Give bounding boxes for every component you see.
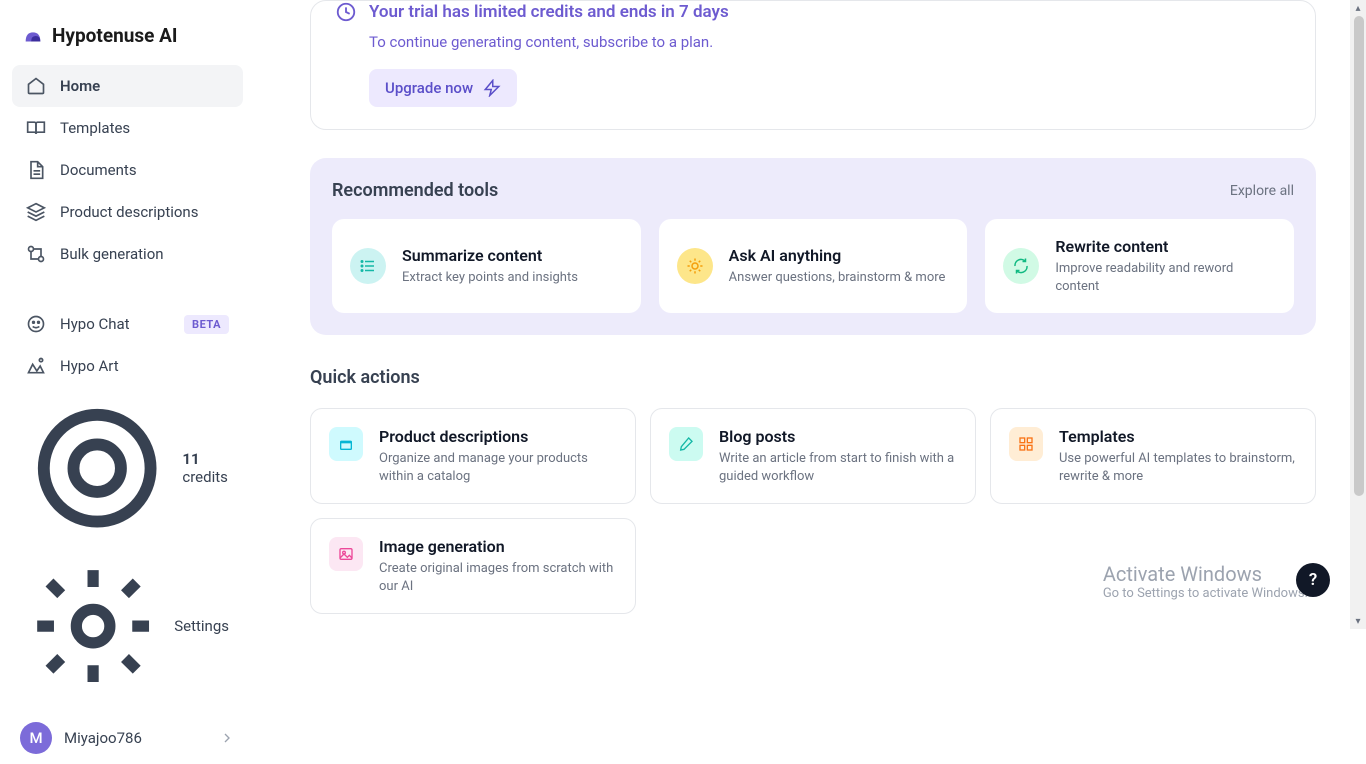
recommended-section: Recommended tools Explore all Summarize …: [310, 158, 1316, 335]
tool-card-summarize[interactable]: Summarize content Extract key points and…: [332, 219, 641, 313]
sidebar-item-label: Home: [60, 77, 100, 95]
tool-title: Ask AI anything: [729, 246, 946, 265]
settings-label: Settings: [174, 617, 229, 635]
credits-row[interactable]: 11 credits: [12, 387, 243, 549]
quick-card-desc: Create original images from scratch with…: [379, 560, 617, 595]
quick-actions-section: Quick actions Product descriptions Organ…: [310, 367, 1316, 614]
tool-desc: Answer questions, brainstorm & more: [729, 269, 946, 287]
tool-desc: Extract key points and insights: [402, 269, 578, 287]
gear-icon: [26, 559, 160, 693]
quick-card-title: Blog posts: [719, 427, 957, 446]
quick-card-desc: Organize and manage your products within…: [379, 450, 617, 485]
refresh-icon: [1003, 248, 1039, 284]
recommended-heading: Recommended tools: [332, 180, 498, 201]
chat-icon: [26, 314, 46, 334]
trial-title: Your trial has limited credits and ends …: [369, 2, 729, 22]
credits-label: credits: [182, 468, 228, 486]
sidebar-item-label: Templates: [60, 119, 130, 137]
quick-card-desc: Use powerful AI templates to brainstorm,…: [1059, 450, 1297, 485]
sidebar-item-hypo-art[interactable]: Hypo Art: [12, 345, 243, 387]
image-icon: [329, 537, 363, 571]
explore-all-link[interactable]: Explore all: [1230, 183, 1294, 199]
username: Miyajoo786: [64, 729, 142, 747]
tool-title: Rewrite content: [1055, 237, 1276, 256]
main-content: Your trial has limited credits and ends …: [255, 0, 1366, 629]
tool-desc: Improve readability and reword content: [1055, 260, 1276, 295]
box-icon: [329, 427, 363, 461]
chevron-right-icon: [219, 730, 235, 746]
grid-icon: [1009, 427, 1043, 461]
sidebar-item-documents[interactable]: Documents: [12, 149, 243, 191]
book-icon: [26, 118, 46, 138]
pen-icon: [669, 427, 703, 461]
quick-card-product-descriptions[interactable]: Product descriptions Organize and manage…: [310, 408, 636, 504]
quick-card-title: Templates: [1059, 427, 1297, 446]
upgrade-button-label: Upgrade now: [385, 79, 473, 97]
quick-card-title: Image generation: [379, 537, 617, 556]
scroll-up-icon[interactable]: ▴: [1350, 0, 1366, 16]
credits-count: 11: [182, 450, 199, 468]
quick-card-blog-posts[interactable]: Blog posts Write an article from start t…: [650, 408, 976, 504]
quick-card-templates[interactable]: Templates Use powerful AI templates to b…: [990, 408, 1316, 504]
quick-card-desc: Write an article from start to finish wi…: [719, 450, 957, 485]
logo[interactable]: Hypotenuse AI: [12, 18, 243, 65]
list-icon: [350, 248, 386, 284]
settings-row[interactable]: Settings: [12, 549, 243, 703]
logo-icon: [22, 25, 44, 47]
sidebar-item-product-descriptions[interactable]: Product descriptions: [12, 191, 243, 233]
quick-heading: Quick actions: [310, 367, 1316, 388]
beta-badge: BETA: [184, 315, 229, 334]
scrollbar-thumb[interactable]: [1354, 16, 1364, 496]
sidebar-item-label: Hypo Art: [60, 357, 119, 375]
sidebar-item-home[interactable]: Home: [12, 65, 243, 107]
sidebar-item-label: Bulk generation: [60, 245, 164, 263]
help-button[interactable]: ?: [1296, 563, 1330, 597]
bolt-icon: [483, 79, 501, 97]
sidebar-item-hypo-chat[interactable]: Hypo Chat BETA: [12, 303, 243, 345]
upgrade-button[interactable]: Upgrade now: [369, 69, 517, 107]
bulk-icon: [26, 244, 46, 264]
quick-card-image-generation[interactable]: Image generation Create original images …: [310, 518, 636, 614]
quick-card-title: Product descriptions: [379, 427, 617, 446]
sidebar: Hypotenuse AI Home Templates Documents P…: [0, 0, 255, 629]
clock-icon: [335, 1, 357, 23]
avatar: M: [20, 722, 52, 754]
trial-subtitle: To continue generating content, subscrib…: [369, 33, 1291, 51]
sidebar-item-templates[interactable]: Templates: [12, 107, 243, 149]
sidebar-item-label: Hypo Chat: [60, 315, 130, 333]
sidebar-item-label: Product descriptions: [60, 203, 198, 221]
coin-icon: [26, 397, 168, 539]
trial-banner: Your trial has limited credits and ends …: [310, 0, 1316, 130]
lightbulb-icon: [677, 248, 713, 284]
user-row[interactable]: M Miyajoo786: [12, 712, 243, 764]
tool-card-ask-ai[interactable]: Ask AI anything Answer questions, brains…: [659, 219, 968, 313]
sidebar-item-label: Documents: [60, 161, 137, 179]
file-icon: [26, 160, 46, 180]
home-icon: [26, 76, 46, 96]
scrollbar[interactable]: ▴ ▾: [1350, 0, 1366, 629]
layers-icon: [26, 202, 46, 222]
sidebar-item-bulk-generation[interactable]: Bulk generation: [12, 233, 243, 275]
art-icon: [26, 356, 46, 376]
tool-title: Summarize content: [402, 246, 578, 265]
tool-card-rewrite[interactable]: Rewrite content Improve readability and …: [985, 219, 1294, 313]
scroll-down-icon[interactable]: ▾: [1350, 613, 1366, 629]
logo-text: Hypotenuse AI: [52, 24, 177, 47]
